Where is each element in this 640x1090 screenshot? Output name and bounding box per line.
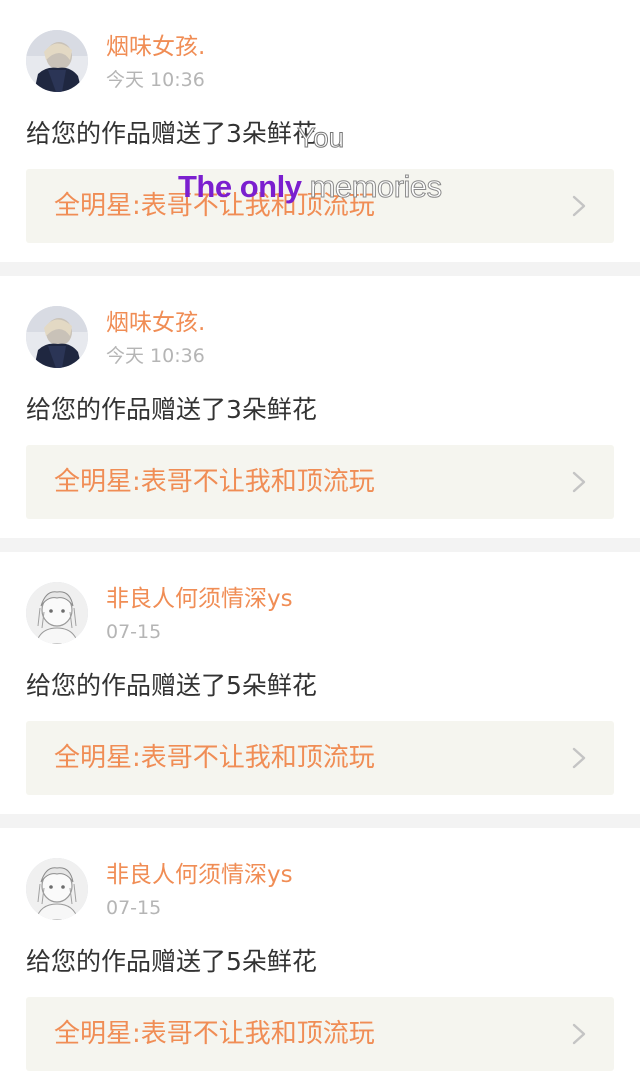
chevron-right-icon xyxy=(572,747,586,769)
username[interactable]: 非良人何须情深ys xyxy=(106,583,293,615)
timestamp: 07-15 xyxy=(106,621,162,643)
gift-message: 给您的作品赠送了5朵鲜花 xyxy=(26,671,317,700)
work-link[interactable]: 全明星:表哥不让我和顶流玩 xyxy=(26,997,614,1071)
sketch-avatar-icon[interactable] xyxy=(26,858,88,920)
overlay-you: You xyxy=(296,122,345,154)
chevron-right-icon xyxy=(572,471,586,493)
work-title: 全明星:表哥不让我和顶流玩 xyxy=(54,1019,375,1049)
timestamp: 今天 10:36 xyxy=(106,69,205,91)
card-separator xyxy=(0,538,640,552)
gift-message: 给您的作品赠送了5朵鲜花 xyxy=(26,947,317,976)
work-title: 全明星:表哥不让我和顶流玩 xyxy=(54,743,375,773)
username[interactable]: 烟味女孩. xyxy=(106,31,205,63)
gift-message: 给您的作品赠送了3朵鲜花 xyxy=(26,119,317,148)
timestamp: 07-15 xyxy=(106,897,162,919)
notification-card: 非良人何须情深ys 07-15 给您的作品赠送了5朵鲜花 全明星:表哥不让我和顶… xyxy=(0,828,640,1090)
gift-message: 给您的作品赠送了3朵鲜花 xyxy=(26,395,317,424)
work-link[interactable]: 全明星:表哥不让我和顶流玩 xyxy=(26,721,614,795)
notification-card: 烟味女孩. 今天 10:36 给您的作品赠送了3朵鲜花 全明星:表哥不让我和顶流… xyxy=(0,276,640,538)
sketch-avatar-icon[interactable] xyxy=(26,582,88,644)
dark-avatar-icon[interactable] xyxy=(26,30,88,92)
username[interactable]: 非良人何须情深ys xyxy=(106,859,293,891)
overlay-the-only: The only xyxy=(178,169,302,204)
chevron-right-icon xyxy=(572,195,586,217)
notification-feed: 烟味女孩. 今天 10:36 给您的作品赠送了3朵鲜花 全明星:表哥不让我和顶流… xyxy=(0,0,640,1090)
chevron-right-icon xyxy=(572,1023,586,1045)
dark-avatar-icon[interactable] xyxy=(26,306,88,368)
card-separator xyxy=(0,262,640,276)
card-separator xyxy=(0,814,640,828)
work-link[interactable]: 全明星:表哥不让我和顶流玩 xyxy=(26,445,614,519)
timestamp: 今天 10:36 xyxy=(106,345,205,367)
notification-card: 非良人何须情深ys 07-15 给您的作品赠送了5朵鲜花 全明星:表哥不让我和顶… xyxy=(0,552,640,814)
overlay-caption: The only memories xyxy=(178,165,443,209)
username[interactable]: 烟味女孩. xyxy=(106,307,205,339)
overlay-memories: memories xyxy=(301,169,443,205)
work-title: 全明星:表哥不让我和顶流玩 xyxy=(54,467,375,497)
